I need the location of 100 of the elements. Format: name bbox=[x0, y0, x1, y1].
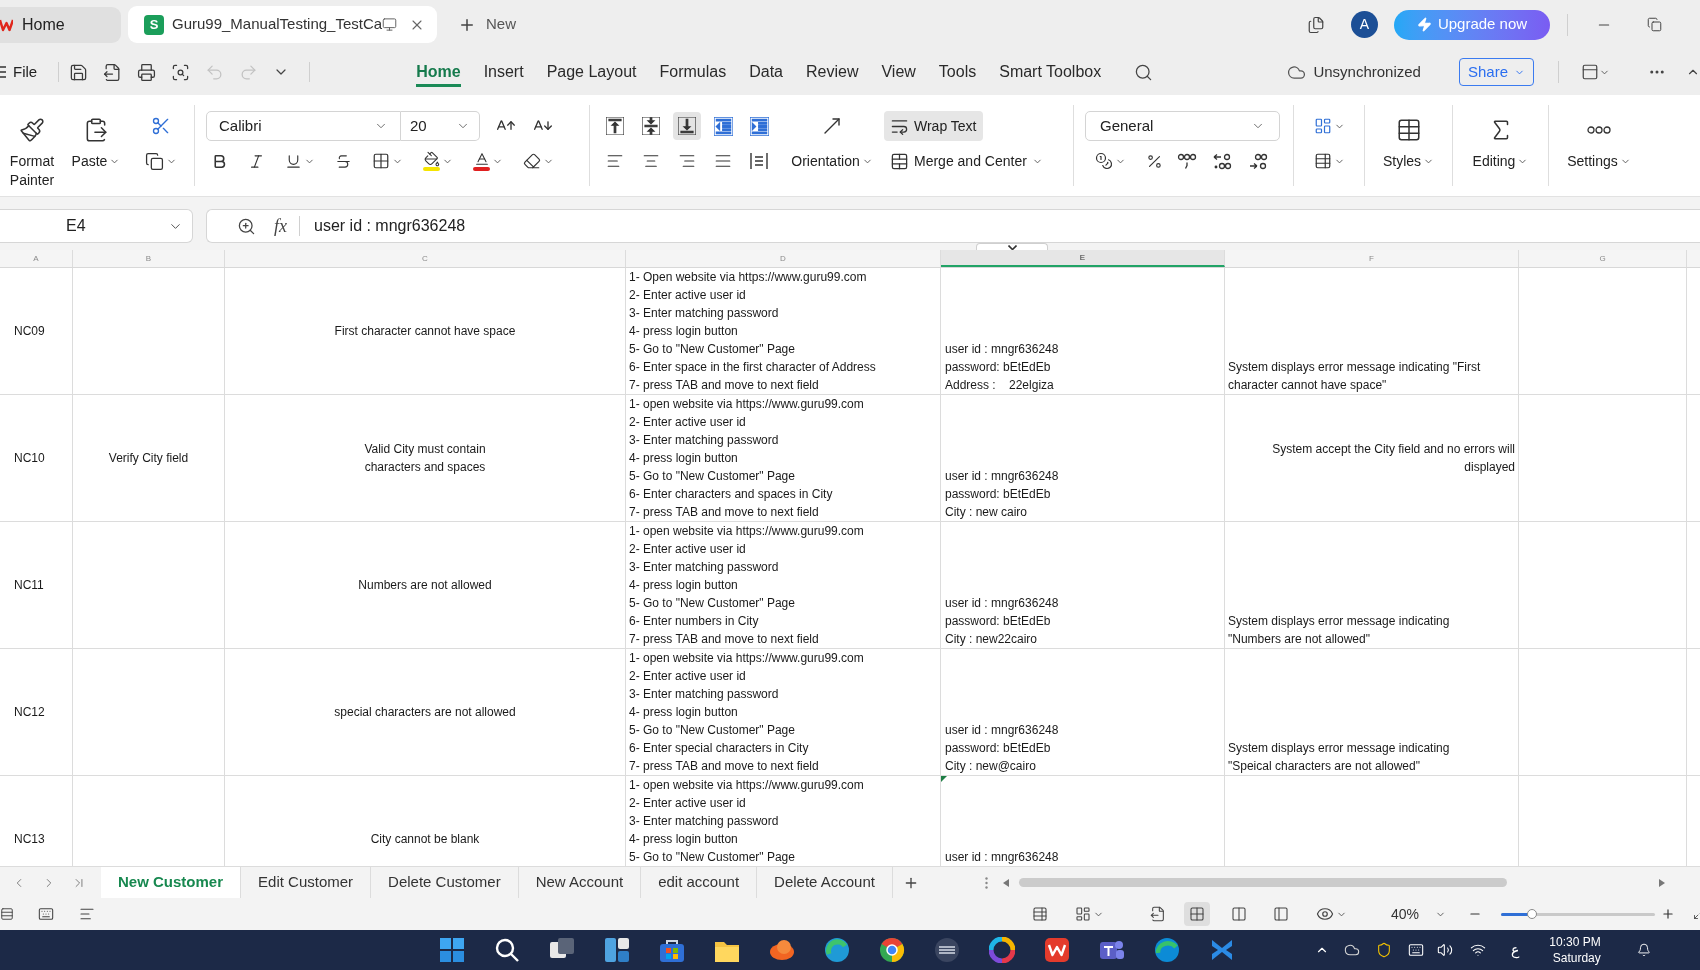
search-icon[interactable] bbox=[494, 937, 520, 963]
paintbrush-icon[interactable] bbox=[19, 117, 45, 143]
file-icon[interactable] bbox=[1150, 906, 1166, 922]
expand-button[interactable] bbox=[976, 243, 1048, 250]
formula-input[interactable]: user id : mngr636248 bbox=[314, 214, 466, 238]
column-header[interactable]: E bbox=[941, 250, 1225, 267]
copy-icon[interactable] bbox=[145, 151, 164, 171]
number-format-dropdown[interactable]: General bbox=[1085, 111, 1280, 141]
view-button[interactable] bbox=[1184, 902, 1210, 926]
function-button[interactable]: fx bbox=[274, 212, 287, 240]
zoom-icon[interactable] bbox=[237, 216, 256, 236]
clock-day[interactable]: Saturday bbox=[1552, 950, 1601, 966]
zoom-level[interactable]: 40% bbox=[1391, 903, 1420, 925]
app-icon[interactable] bbox=[824, 937, 850, 963]
save-icon[interactable] bbox=[69, 62, 89, 82]
format-painter-button[interactable]: Format Painter bbox=[0, 95, 64, 196]
eye-icon[interactable] bbox=[1316, 905, 1334, 923]
list-icon[interactable] bbox=[79, 906, 95, 922]
eraser-icon[interactable] bbox=[523, 152, 541, 170]
restore-icon[interactable] bbox=[1647, 17, 1662, 32]
ribbon-tab[interactable]: Page Layout bbox=[546, 57, 637, 87]
keyboard-icon[interactable] bbox=[1408, 942, 1424, 958]
ribbon-tab[interactable]: Insert bbox=[483, 57, 524, 87]
slider-thumb[interactable] bbox=[1526, 908, 1537, 919]
scissors-icon[interactable] bbox=[151, 116, 171, 136]
name-box[interactable]: E4 bbox=[0, 209, 193, 243]
font-family-dropdown[interactable]: Calibri bbox=[206, 111, 401, 141]
keyboard-icon[interactable] bbox=[38, 906, 54, 922]
font-color-icon[interactable] bbox=[473, 151, 490, 171]
page-break-icon[interactable] bbox=[1273, 906, 1289, 922]
lightning-icon[interactable] bbox=[1416, 17, 1432, 32]
strikethrough-icon[interactable] bbox=[335, 152, 352, 170]
share-button[interactable]: Share bbox=[1458, 58, 1534, 86]
search-icon[interactable] bbox=[1134, 62, 1154, 82]
new-tab-button[interactable]: New bbox=[458, 13, 516, 36]
windows-start-icon[interactable] bbox=[439, 937, 465, 963]
user-avatar[interactable]: A bbox=[1351, 11, 1378, 38]
speaker-icon[interactable] bbox=[1437, 942, 1453, 958]
paste-button[interactable]: Paste bbox=[64, 95, 128, 196]
page-layout-icon[interactable] bbox=[1231, 906, 1247, 922]
layout-icon[interactable] bbox=[1313, 117, 1332, 135]
cloud-icon[interactable] bbox=[1344, 942, 1360, 958]
settings-button[interactable]: Settings bbox=[1549, 95, 1649, 196]
sheet-tab[interactable]: New Customer bbox=[101, 867, 242, 898]
scroll-right-icon[interactable] bbox=[1658, 878, 1665, 887]
sync-status[interactable]: Unsynchronized bbox=[1313, 60, 1421, 84]
ribbon-tab[interactable]: Data bbox=[749, 57, 783, 87]
input-language[interactable]: ع bbox=[1511, 939, 1520, 961]
ribbon-tab[interactable]: Formulas bbox=[659, 57, 727, 87]
italic-icon[interactable] bbox=[248, 152, 265, 170]
panel-icon[interactable] bbox=[1581, 63, 1599, 81]
upgrade-button[interactable]: Upgrade now bbox=[1394, 9, 1550, 40]
align-right-icon[interactable] bbox=[678, 152, 696, 170]
clock-time[interactable]: 10:30 PM bbox=[1549, 934, 1601, 950]
coins-icon[interactable] bbox=[1095, 152, 1113, 170]
app-icon[interactable] bbox=[1154, 937, 1180, 963]
scroll-left-icon[interactable] bbox=[1002, 878, 1009, 887]
justify-icon[interactable] bbox=[714, 152, 732, 170]
window-copy-icon[interactable] bbox=[1307, 15, 1325, 34]
browser-tab[interactable]: S Guru99_ManualTesting_TestCa bbox=[128, 6, 437, 43]
wrap-text-button[interactable]: Wrap Text bbox=[884, 111, 983, 141]
percent-icon[interactable] bbox=[1146, 152, 1163, 170]
print-preview-icon[interactable] bbox=[171, 62, 191, 82]
app-icon[interactable] bbox=[769, 937, 795, 963]
normal-view-icon[interactable] bbox=[1189, 906, 1205, 922]
widgets-icon[interactable] bbox=[604, 937, 630, 963]
ribbon-tab[interactable]: View bbox=[881, 57, 916, 87]
styles-button[interactable]: Styles bbox=[1365, 95, 1452, 196]
printer-icon[interactable] bbox=[137, 62, 157, 82]
align-center-icon[interactable] bbox=[642, 152, 660, 170]
merge-cells-icon[interactable] bbox=[890, 151, 909, 171]
monitor-icon[interactable] bbox=[382, 17, 398, 32]
app-icon[interactable] bbox=[879, 937, 905, 963]
zoom-slider[interactable] bbox=[1501, 912, 1656, 916]
align-top-icon[interactable] bbox=[606, 117, 624, 135]
shield-icon[interactable] bbox=[1376, 942, 1392, 958]
file-menu[interactable]: File bbox=[13, 60, 38, 84]
browser-tab[interactable]: Home bbox=[0, 6, 121, 43]
editing-button[interactable]: Editing bbox=[1453, 95, 1548, 196]
bell-icon[interactable] bbox=[1636, 943, 1651, 957]
ribbon-tab[interactable]: Review bbox=[806, 57, 859, 87]
wifi-icon[interactable] bbox=[1470, 942, 1486, 958]
indent-decrease-icon[interactable] bbox=[713, 116, 733, 136]
menu-icon[interactable] bbox=[0, 66, 6, 78]
align-left-icon[interactable] bbox=[606, 152, 624, 170]
app-icon[interactable] bbox=[989, 937, 1015, 963]
fill-color-icon[interactable] bbox=[423, 151, 440, 171]
layout-icon[interactable] bbox=[1075, 906, 1091, 922]
zoom-in-icon[interactable] bbox=[1661, 907, 1676, 921]
table-icon[interactable] bbox=[1313, 152, 1332, 170]
ribbon-tab[interactable]: Smart Toolbox bbox=[999, 57, 1102, 87]
font-size-dropdown[interactable]: 20 bbox=[401, 111, 480, 141]
table-icon[interactable] bbox=[1395, 117, 1422, 143]
borders-icon[interactable] bbox=[372, 152, 390, 170]
ribbon-tab[interactable]: Tools bbox=[938, 57, 977, 87]
align-bottom-icon[interactable] bbox=[678, 117, 696, 135]
ribbon-tab[interactable]: Home bbox=[416, 57, 461, 87]
bold-icon[interactable] bbox=[211, 152, 228, 170]
store-icon[interactable] bbox=[659, 937, 685, 963]
underline-icon[interactable] bbox=[285, 152, 302, 170]
